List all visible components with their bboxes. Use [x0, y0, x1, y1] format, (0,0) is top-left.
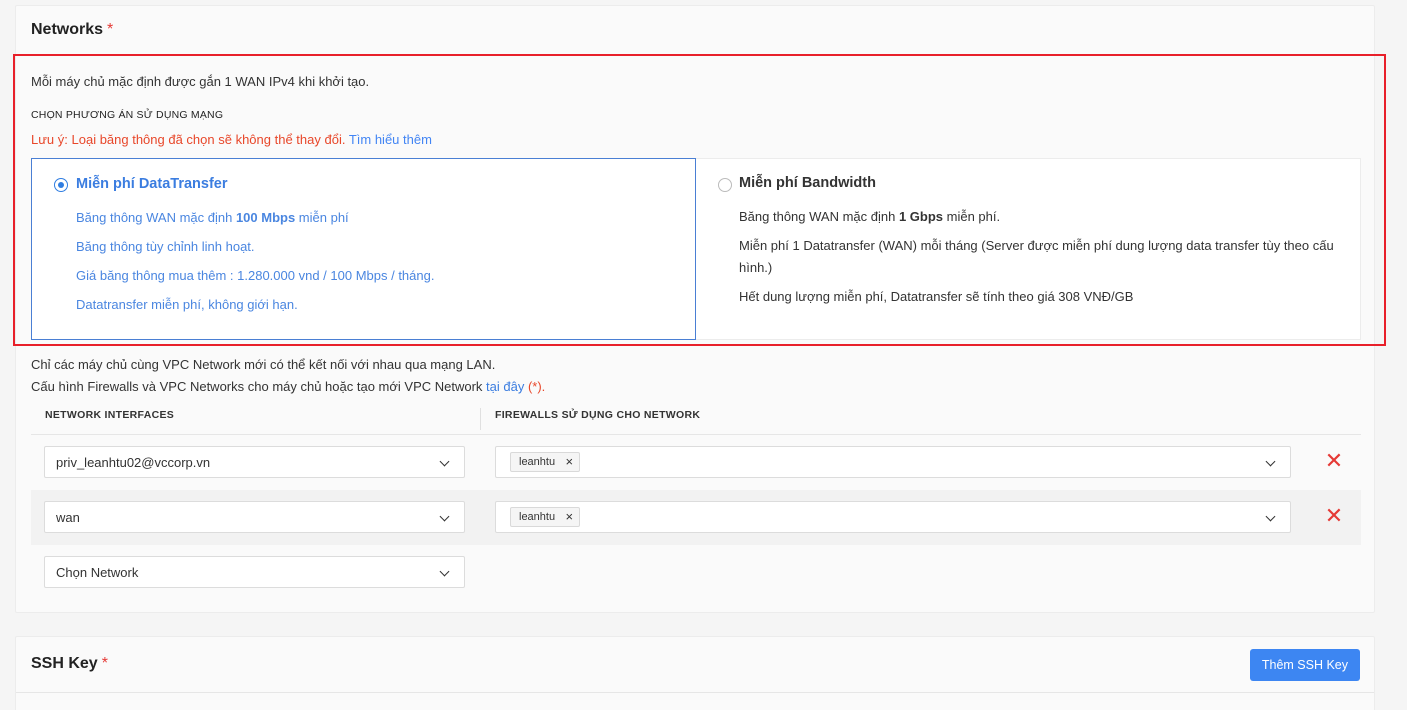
col-firewalls: FIREWALLS SỬ DỤNG CHO NETWORK: [495, 409, 701, 421]
ssh-key-card: SSH Key * Thêm SSH Key: [15, 636, 1375, 710]
networks-card: Networks * Mỗi máy chủ mặc định được gắn …: [15, 5, 1375, 613]
ssh-divider: [16, 692, 1374, 693]
option-line: Miễn phí 1 Datatransfer (WAN) mỗi tháng …: [739, 238, 1334, 275]
firewall-tag: leanhtu ×: [510, 452, 581, 472]
firewall-select[interactable]: leanhtu ×: [495, 446, 1291, 478]
option-line-text: Băng thông WAN mặc định: [739, 209, 899, 224]
chevron-down-icon: [1265, 511, 1276, 522]
column-divider: [480, 408, 481, 430]
firewall-tag-label: leanhtu: [519, 511, 556, 523]
network-select-value: wan: [56, 510, 80, 525]
option-line-bold: 100 Mbps: [235, 210, 296, 225]
option-line: Hết dung lượng miễn phí, Datatransfer sẽ…: [739, 289, 1134, 304]
option-free-bandwidth[interactable]: Miễn phí Bandwidth Băng thông WAN mặc đị…: [696, 158, 1361, 340]
tag-remove-icon[interactable]: ×: [566, 508, 574, 526]
chevron-down-icon: [1265, 456, 1276, 467]
note-required: (*).: [524, 379, 546, 394]
add-ssh-key-button[interactable]: Thêm SSH Key: [1249, 649, 1360, 681]
ssh-title-text: SSH Key: [31, 655, 98, 672]
firewall-select[interactable]: leanhtu ×: [495, 501, 1291, 533]
add-network-select[interactable]: Chọn Network: [44, 556, 465, 588]
network-select[interactable]: wan: [44, 501, 465, 533]
option-line-text: miễn phí: [295, 210, 349, 225]
bandwidth-warning: Lưu ý: Loại băng thông đã chọn sẽ không …: [31, 132, 432, 147]
chevron-down-icon: [439, 511, 450, 522]
network-select[interactable]: priv_leanhtu02@vccorp.vn: [44, 446, 465, 478]
required-mark: *: [107, 21, 114, 38]
warning-text: Lưu ý: Loại băng thông đã chọn sẽ không …: [31, 132, 346, 147]
option-line: Datatransfer miễn phí, không giới hạn.: [76, 297, 298, 312]
add-network-placeholder: Chọn Network: [56, 565, 139, 580]
option-line: Giá băng thông mua thêm : 1.280.000 vnd …: [76, 268, 435, 283]
remove-row-icon[interactable]: ✕: [1324, 450, 1344, 472]
chevron-down-icon: [439, 566, 450, 577]
tag-remove-icon[interactable]: ×: [566, 453, 574, 471]
option-title: Miễn phí Bandwidth: [739, 175, 876, 191]
radio-bandwidth[interactable]: [718, 178, 732, 192]
radio-datatransfer[interactable]: [54, 178, 68, 192]
option-line-text: Băng thông WAN mặc định: [76, 210, 236, 225]
option-line: Băng thông tùy chỉnh linh hoạt.: [76, 239, 255, 254]
option-line-text: miễn phí.: [943, 209, 1001, 224]
firewall-config-note: Cấu hình Firewalls và VPC Networks cho m…: [31, 379, 545, 394]
vpc-note: Chỉ các máy chủ cùng VPC Network mới có …: [31, 357, 496, 372]
learn-more-link[interactable]: Tìm hiểu thêm: [349, 132, 432, 147]
firewall-tag: leanhtu ×: [510, 507, 581, 527]
col-network-interfaces: NETWORK INTERFACES: [45, 409, 175, 421]
remove-row-icon[interactable]: ✕: [1324, 505, 1344, 527]
note-text: Cấu hình Firewalls và VPC Networks cho m…: [31, 379, 487, 394]
chevron-down-icon: [439, 456, 450, 467]
option-title: Miễn phí DataTransfer: [76, 176, 228, 192]
networks-title: Networks *: [31, 21, 113, 39]
networks-title-text: Networks: [31, 21, 104, 38]
firewall-tag-label: leanhtu: [519, 456, 556, 468]
network-option-section-label: CHỌN PHƯƠNG ÁN SỬ DỤNG MẠNG: [31, 109, 224, 121]
option-line-bold: 1 Gbps: [898, 209, 944, 224]
ssh-title: SSH Key *: [31, 655, 108, 673]
option-line: Băng thông WAN mặc định 100 Mbps miễn ph…: [76, 207, 349, 229]
option-line: Băng thông WAN mặc định 1 Gbps miễn phí.: [739, 206, 1000, 228]
networks-intro: Mỗi máy chủ mặc định được gắn 1 WAN IPv4…: [31, 74, 370, 89]
here-link[interactable]: tại đây: [486, 379, 524, 394]
option-free-datatransfer[interactable]: Miễn phí DataTransfer Băng thông WAN mặc…: [31, 158, 696, 340]
network-select-value: priv_leanhtu02@vccorp.vn: [56, 455, 211, 470]
required-mark: *: [101, 655, 108, 672]
